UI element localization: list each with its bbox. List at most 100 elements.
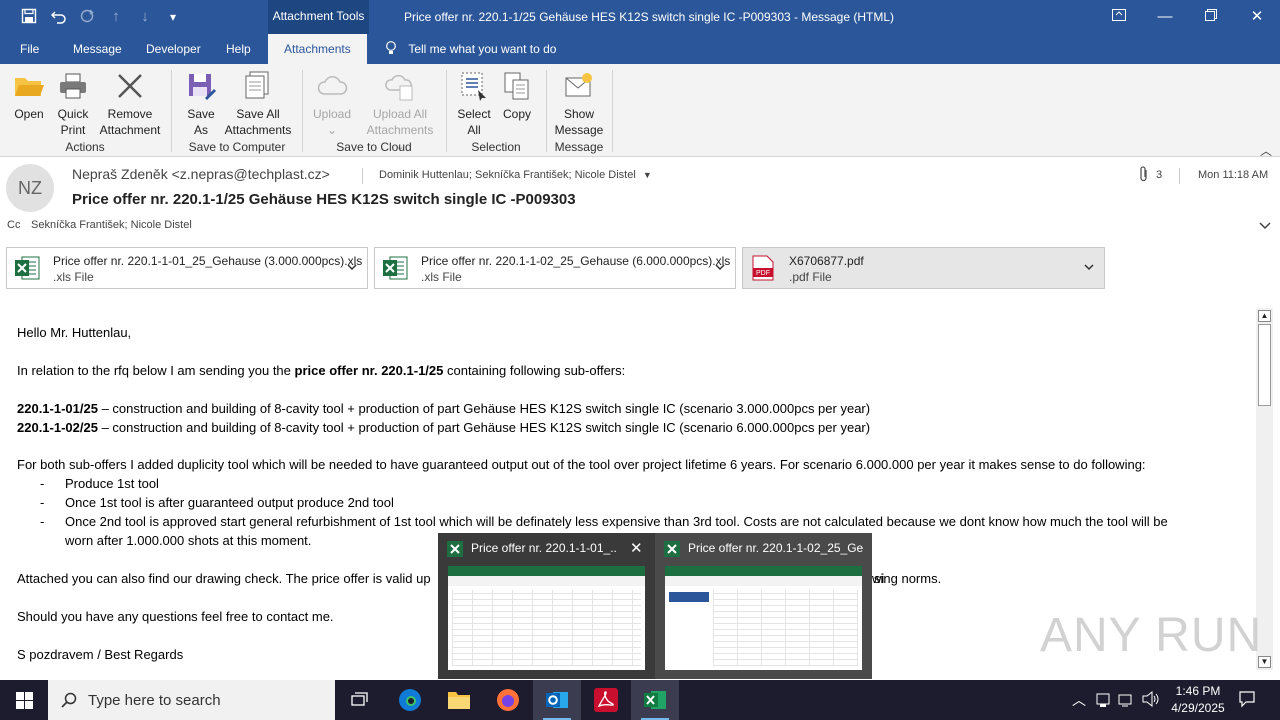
close-icon[interactable]: ✕ xyxy=(630,539,643,557)
list-bullet: - xyxy=(40,476,45,491)
cc-recipients[interactable]: Sekníčka František; Nicole Distel xyxy=(31,219,192,231)
save-as-button[interactable]: Save As xyxy=(180,70,222,138)
windows-icon xyxy=(16,692,33,712)
chevron-down-icon[interactable] xyxy=(713,260,727,274)
sub-offer-line: 220.1-1-01/25 – construction and buildin… xyxy=(17,401,871,416)
taskbar-clock[interactable]: 1:46 PM 4/29/2025 xyxy=(1168,683,1228,717)
list-item: Once 2nd tool is approved start general … xyxy=(65,514,1168,529)
close-icon[interactable]: ✕ xyxy=(1234,4,1280,30)
thumbnail-window[interactable]: Price offer nr. 220.1-1-01_... ✕ xyxy=(438,533,655,679)
start-button[interactable] xyxy=(0,680,48,720)
received-time: Mon 11:18 AM xyxy=(1198,169,1269,181)
group-actions-label: Actions xyxy=(65,140,105,154)
attachment-name: X6706877.pdf xyxy=(789,254,864,268)
scroll-up-icon[interactable]: ▲ xyxy=(1258,310,1271,322)
expand-header-icon[interactable] xyxy=(1259,219,1271,233)
show-message-button[interactable]: Show Message xyxy=(552,70,606,138)
ribbon-display-options-icon[interactable] xyxy=(1096,4,1142,30)
quick-print-button[interactable]: Quick Print xyxy=(52,70,94,138)
list-bullet: - xyxy=(40,495,45,510)
clock-date: 4/29/2025 xyxy=(1171,701,1225,715)
tab-file[interactable]: File xyxy=(20,34,39,64)
edge-taskbar-button[interactable] xyxy=(386,680,434,720)
maximize-icon[interactable] xyxy=(1188,4,1234,30)
open-button[interactable]: Open xyxy=(6,70,52,122)
redo-icon[interactable] xyxy=(78,8,96,26)
attachment-count: 3 xyxy=(1156,169,1163,181)
to-recipients[interactable]: Dominik Huttenlau; Sekníčka František; N… xyxy=(379,169,652,181)
volume-icon[interactable] xyxy=(1142,690,1160,710)
excel-icon xyxy=(447,541,463,560)
list-bullet: - xyxy=(40,514,45,529)
tab-message[interactable]: Message xyxy=(73,34,122,64)
attachment-item[interactable]: Price offer nr. 220.1-1-02_25_Gehause (6… xyxy=(374,247,736,289)
attachment-item[interactable]: Price offer nr. 220.1-1-01_25_Gehause (3… xyxy=(6,247,368,289)
save-icon[interactable] xyxy=(20,8,38,26)
taskbar-search-box[interactable]: Type here to search xyxy=(48,680,335,720)
minimize-icon[interactable]: — xyxy=(1142,4,1188,30)
ribbon: Open Quick Print Remove Attachment Actions… xyxy=(0,64,1280,159)
greeting: Hello Mr. Huttenlau, xyxy=(17,325,132,340)
clock-time: 1:46 PM xyxy=(1175,684,1221,698)
tab-help[interactable]: Help xyxy=(226,34,251,64)
ribbon-divider xyxy=(546,70,547,152)
scrollbar-thumb[interactable] xyxy=(1258,324,1271,406)
attachment-type: .xls File xyxy=(53,270,94,284)
outlook-taskbar-button[interactable] xyxy=(533,680,581,720)
collapse-ribbon-icon[interactable]: ︿ xyxy=(1260,142,1272,159)
taskbar-thumbnail-popup: Price offer nr. 220.1-1-01_... ✕ Price o… xyxy=(438,533,872,679)
group-selection-label: Selection xyxy=(471,140,521,154)
undo-icon[interactable] xyxy=(50,8,68,26)
ribbon-divider xyxy=(171,70,172,152)
network-drive-icon[interactable] xyxy=(1096,692,1110,711)
firefox-taskbar-button[interactable] xyxy=(484,680,532,720)
header-divider xyxy=(362,168,363,184)
notifications-icon[interactable] xyxy=(1238,690,1256,711)
tab-attachments[interactable]: Attachments xyxy=(268,34,367,64)
save-all-icon xyxy=(242,70,274,102)
task-view-icon xyxy=(351,691,369,712)
tab-developer[interactable]: Developer xyxy=(146,34,201,64)
remove-x-icon xyxy=(114,70,146,102)
arrow-down-icon[interactable]: ↓ xyxy=(136,8,154,26)
file-explorer-taskbar-button[interactable] xyxy=(435,680,483,720)
anyrun-watermark: ANY RUN xyxy=(1040,609,1263,662)
excel-taskbar-button[interactable] xyxy=(631,680,679,720)
chevron-down-icon[interactable] xyxy=(1082,260,1096,274)
acrobat-taskbar-button[interactable] xyxy=(582,680,630,720)
group-save-cloud-label: Save to Cloud xyxy=(336,140,412,154)
chevron-up-icon[interactable]: ︿ xyxy=(1072,690,1086,710)
ribbon-divider xyxy=(612,70,613,152)
body-paragraph: In relation to the rfq below I am sendin… xyxy=(17,363,626,378)
attachment-item-selected[interactable]: PDF X6706877.pdf .pdf File xyxy=(742,247,1105,289)
copy-icon xyxy=(501,70,533,102)
excel-icon xyxy=(643,688,667,715)
chevron-down-icon[interactable] xyxy=(345,260,359,274)
network-icon[interactable] xyxy=(1118,692,1134,711)
outlook-icon xyxy=(545,688,569,715)
sender[interactable]: Nepraš Zdeněk <z.nepras@techplast.cz> xyxy=(72,166,330,182)
arrow-up-icon[interactable]: ↑ xyxy=(107,8,125,26)
thumbnail-preview xyxy=(448,566,645,670)
upload-button[interactable]: Upload ⌄ xyxy=(308,70,356,138)
attachment-name: Price offer nr. 220.1-1-02_25_Gehause (6… xyxy=(421,254,731,268)
task-view-button[interactable] xyxy=(336,680,384,720)
copy-button[interactable]: Copy xyxy=(498,70,536,122)
thumbnail-title: Price offer nr. 220.1-1-02_25_Ge... xyxy=(688,541,863,555)
remove-attachment-button[interactable]: Remove Attachment xyxy=(96,70,164,138)
header-divider xyxy=(1179,168,1180,184)
select-all-button[interactable]: Select All xyxy=(452,70,496,138)
attachment-type: .pdf File xyxy=(789,270,832,284)
pdf-file-icon: PDF xyxy=(749,254,777,282)
tell-me-box[interactable]: Tell me what you want to do xyxy=(385,34,556,64)
cc-label: Cc xyxy=(7,219,21,231)
excel-file-icon xyxy=(381,254,409,282)
thumbnail-window[interactable]: Price offer nr. 220.1-1-02_25_Ge... xyxy=(655,533,872,679)
select-all-icon xyxy=(458,70,490,102)
body-paragraph-fragment: sing norms. xyxy=(874,571,942,586)
acrobat-icon xyxy=(594,688,618,715)
customize-toolbar-icon[interactable]: ▾ xyxy=(164,8,182,26)
body-paragraph: Attached you can also find our drawing c… xyxy=(17,571,431,586)
save-all-attachments-button[interactable]: Save All Attachments xyxy=(222,70,294,138)
printer-icon xyxy=(57,70,89,102)
